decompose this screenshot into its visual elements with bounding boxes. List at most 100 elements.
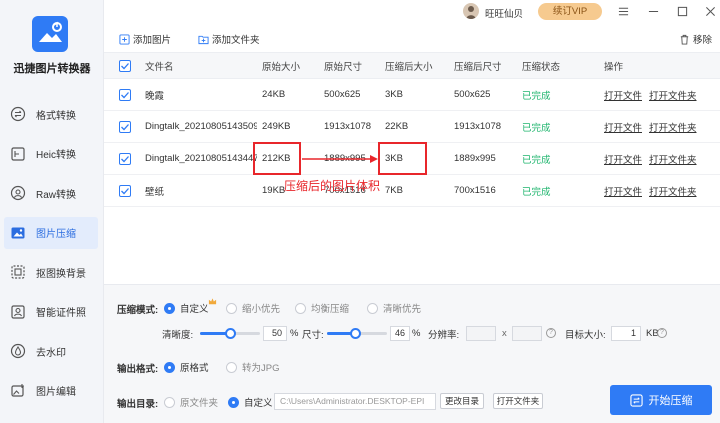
help-icon[interactable]: ? [546,328,556,338]
size-unit: % [412,328,421,339]
renew-vip-button[interactable]: 续订VIP [538,3,602,20]
orig-size: 19KB [262,185,286,196]
status-badge: 已完成 [522,154,551,166]
mode-label: 自定义 [180,304,209,315]
swap-icon [10,106,26,122]
header-orig-dim: 原始尺寸 [324,61,363,73]
sidebar-item-heic[interactable]: Heic转换 [4,138,98,170]
open-folder-link[interactable]: 打开文件夹 [649,111,697,142]
resolution-width-field[interactable] [466,326,496,341]
status-badge: 已完成 [522,186,551,198]
user-name[interactable]: 旺旺仙贝 [485,6,523,20]
new-size: 3KB [385,89,403,100]
help-icon[interactable]: ? [657,328,667,338]
add-image-label: 添加图片 [133,35,172,46]
avatar[interactable] [463,3,479,19]
sidebar-item-watermark[interactable]: 去水印 [4,335,98,367]
row-checkbox[interactable] [119,153,131,165]
sidebar-item-image-edit[interactable]: 图片编辑 [4,375,98,407]
select-all-checkbox[interactable] [119,60,131,72]
minimize-icon[interactable] [646,4,660,18]
file-name: 晚霞 [145,90,165,102]
dir-radio-original[interactable]: 原文件夹 [164,395,218,409]
remove-label: 移除 [693,35,713,46]
menu-icon[interactable] [616,4,630,18]
format-radio-original[interactable]: 原格式 [164,360,209,374]
add-image-button[interactable]: 添加图片 [119,32,171,46]
mode-radio-balanced[interactable]: 均衡压缩 [295,301,349,315]
target-size-field[interactable]: 1 [611,326,641,341]
open-file-link[interactable]: 打开文件 [604,175,642,206]
header-filename: 文件名 [145,61,174,73]
dir-radio-custom[interactable]: 自定义 [228,395,273,409]
check-icon [121,156,129,163]
open-file-link[interactable]: 打开文件 [604,143,642,174]
mode-label: 均衡压缩 [311,304,350,315]
change-dir-button[interactable]: 更改目录 [440,393,484,409]
row-checkbox[interactable] [119,89,131,101]
sidebar-item-label: 图片编辑 [36,387,76,398]
status-badge: 已完成 [522,90,551,102]
sidebar-item-image-compress[interactable]: 图片压缩 [4,216,98,249]
sidebar-item-format-convert[interactable]: 格式转换 [4,98,98,130]
start-compress-button[interactable]: 开始压缩 [610,385,712,415]
orig-dim: 500x625 [324,89,361,100]
sidebar-item-id-photo[interactable]: 智能证件照 [4,296,98,328]
start-compress-label: 开始压缩 [648,395,693,407]
format-radio-jpg[interactable]: 转为JPG [226,360,279,374]
maximize-icon[interactable] [675,4,689,18]
table-row[interactable]: Dingtalk_20210805143509 249KB 1913x1078 … [104,111,720,143]
check-icon [121,188,129,195]
app-name: 迅捷图片转换器 [13,63,91,75]
open-folder-link[interactable]: 打开文件夹 [649,143,697,174]
size-slider[interactable] [327,328,387,339]
row-checkbox[interactable] [119,121,131,133]
clarity-slider-knob[interactable] [225,328,236,339]
output-dir-label: 输出目录: [117,399,159,410]
open-file-link[interactable]: 打开文件 [604,79,642,110]
clarity-slider[interactable] [200,328,260,339]
sidebar-item-label: 图片压缩 [36,229,76,240]
header-orig-size: 原始大小 [262,61,301,73]
open-file-link[interactable]: 打开文件 [604,111,642,142]
add-folder-label: 添加文件夹 [212,35,260,46]
mode-radio-size-first[interactable]: 缩小优先 [226,301,280,315]
add-folder-button[interactable]: 添加文件夹 [198,32,260,46]
new-size: 7KB [385,185,403,196]
close-icon[interactable] [703,4,717,18]
trash-icon [680,34,689,45]
mode-radio-custom[interactable]: 自定义 [164,301,209,315]
open-folder-link[interactable]: 打开文件夹 [649,79,697,110]
app-logo [32,16,68,52]
open-folder-button[interactable]: 打开文件夹 [493,393,543,409]
row-checkbox[interactable] [119,185,131,197]
file-name: Dingtalk_20210805143509 [145,121,257,132]
sidebar-item-cutout[interactable]: 抠图换背景 [4,256,98,288]
size-value-field[interactable]: 46 [390,326,410,341]
crown-icon [208,297,217,306]
file-name: 壁纸 [145,186,165,198]
new-dim: 500x625 [454,89,491,100]
resolution-label: 分辨率: [428,330,460,341]
resolution-height-field[interactable] [512,326,542,341]
table-row[interactable]: 晚霞 24KB 500x625 3KB 500x625 已完成 打开文件 打开文… [104,79,720,111]
open-folder-link[interactable]: 打开文件夹 [649,175,697,206]
sidebar: 迅捷图片转换器 格式转换 Heic转换 Raw转换 图片压缩 抠图换背景 智能证… [0,0,104,423]
sidebar-item-raw[interactable]: Raw转换 [4,177,98,209]
output-path-field[interactable]: C:\Users\Administrator.DESKTOP-EPI [274,393,436,410]
sidebar-item-label: 去水印 [36,347,66,359]
clarity-value-field[interactable]: 50 [263,326,287,341]
orig-dim: 1913x1078 [324,121,372,132]
check-icon [121,92,129,99]
toolbar: 添加图片 添加文件夹 移除 [104,24,720,52]
check-icon [121,124,129,131]
new-size: 22KB [385,121,409,132]
table-row[interactable]: 壁纸 19KB 700x1516 7KB 700x1516 已完成 打开文件 打… [104,175,720,207]
mode-radio-clarity-first[interactable]: 清晰优先 [367,301,421,315]
annotation-text: 压缩后的图片体积 [284,179,381,193]
header-new-dim: 压缩后尺寸 [454,61,502,73]
mode-label: 清晰优先 [383,304,422,315]
remove-button[interactable]: 移除 [679,32,712,46]
dir-label: 自定义 [244,398,273,409]
size-slider-knob[interactable] [349,328,361,339]
